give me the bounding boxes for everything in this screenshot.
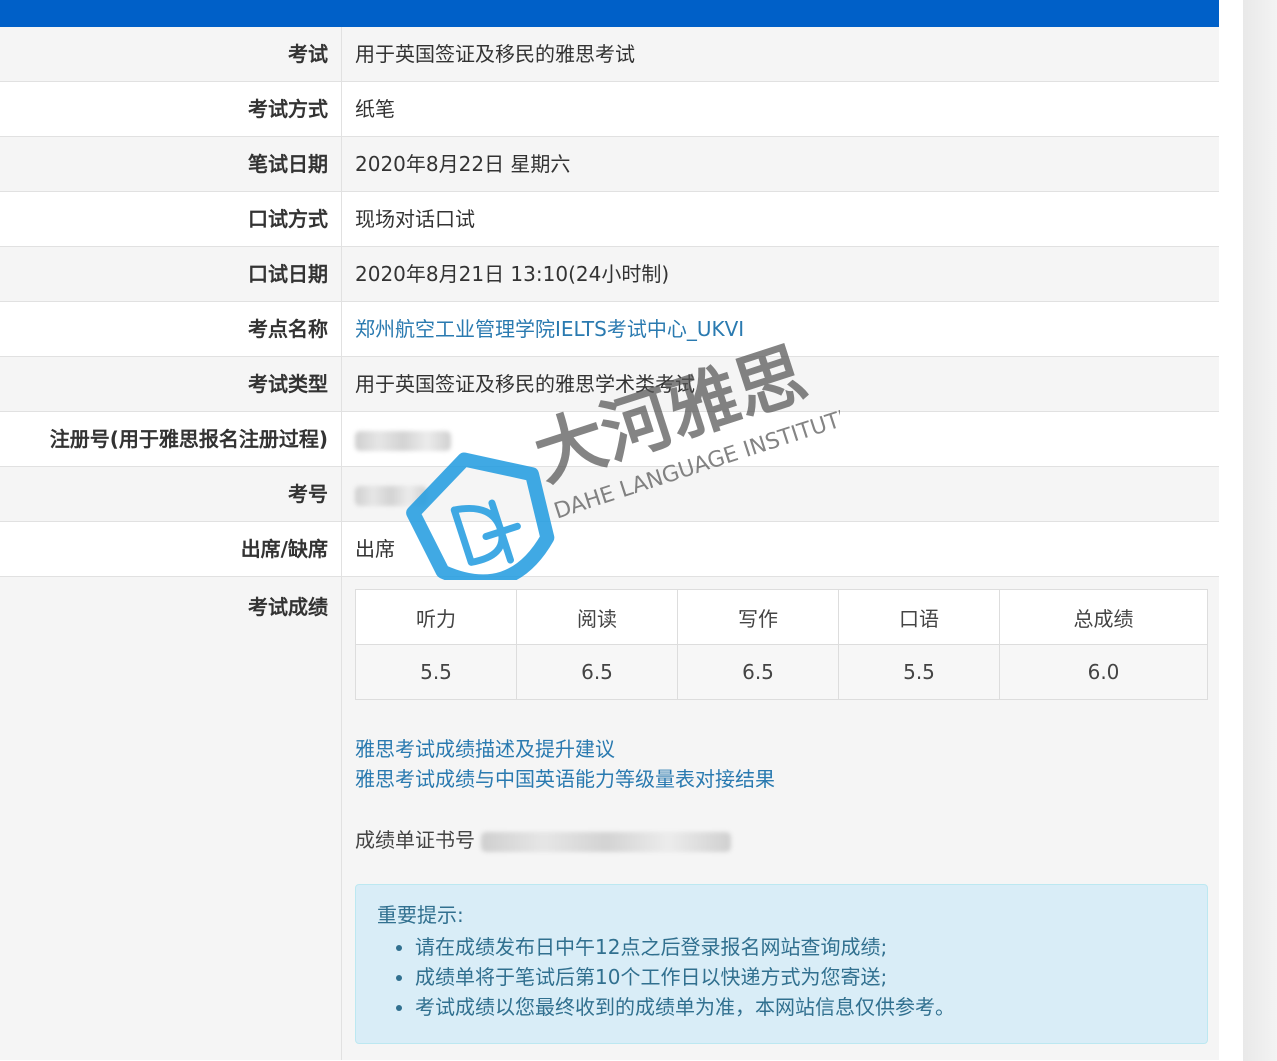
row-label: 口试方式 bbox=[0, 192, 342, 246]
row-label: 考试 bbox=[0, 27, 342, 81]
row-value bbox=[342, 412, 1219, 466]
important-notice: 重要提示: 请在成绩发布日中午12点之后登录报名网站查询成绩; 成绩单将于笔试后… bbox=[355, 884, 1208, 1044]
score-header: 阅读 bbox=[516, 589, 678, 645]
score-value-row: 5.5 6.5 6.5 5.5 6.0 bbox=[355, 644, 1208, 700]
redacted-value bbox=[355, 430, 451, 451]
score-value: 6.5 bbox=[677, 644, 839, 700]
row-label: 考试成绩 bbox=[0, 577, 342, 1060]
exam-info-table: 考试 用于英国签证及移民的雅思考试 考试方式 纸笔 笔试日期 2020年8月22… bbox=[0, 27, 1219, 1060]
row-label: 口试日期 bbox=[0, 247, 342, 301]
scores-content: 听力 阅读 写作 口语 总成绩 5.5 6.5 6.5 5.5 6.0 雅思考试… bbox=[342, 577, 1219, 1060]
row-candidate-number: 考号 bbox=[0, 467, 1219, 522]
row-exam: 考试 用于英国签证及移民的雅思考试 bbox=[0, 27, 1219, 82]
top-bar bbox=[0, 0, 1219, 27]
row-scores: 考试成绩 听力 阅读 写作 口语 总成绩 5.5 6.5 6.5 5.5 6.0 bbox=[0, 577, 1219, 1060]
row-value bbox=[342, 467, 1219, 521]
row-test-center: 考点名称 郑州航空工业管理学院IELTS考试中心_UKVI bbox=[0, 302, 1219, 357]
test-center-link[interactable]: 郑州航空工业管理学院IELTS考试中心_UKVI bbox=[342, 302, 1219, 356]
row-label: 注册号(用于雅思报名注册过程) bbox=[0, 412, 342, 466]
score-value: 6.5 bbox=[516, 644, 678, 700]
notice-item: 成绩单将于笔试后第10个工作日以快递方式为您寄送; bbox=[415, 962, 1186, 992]
score-links: 雅思考试成绩描述及提升建议 雅思考试成绩与中国英语能力等级量表对接结果 bbox=[355, 734, 1219, 794]
row-label: 考试方式 bbox=[0, 82, 342, 136]
row-speaking-method: 口试方式 现场对话口试 bbox=[0, 192, 1219, 247]
score-value: 5.5 bbox=[838, 644, 1000, 700]
score-header-row: 听力 阅读 写作 口语 总成绩 bbox=[355, 589, 1208, 645]
cse-alignment-link[interactable]: 雅思考试成绩与中国英语能力等级量表对接结果 bbox=[355, 764, 1219, 794]
notice-item: 考试成绩以您最终收到的成绩单为准，本网站信息仅供参考。 bbox=[415, 992, 1186, 1022]
scrollbar-track[interactable] bbox=[1243, 0, 1277, 1061]
score-header: 总成绩 bbox=[999, 589, 1208, 645]
notice-title: 重要提示: bbox=[377, 903, 464, 927]
row-value: 用于英国签证及移民的雅思考试 bbox=[355, 42, 635, 66]
row-value: 2020年8月21日 13:10(24小时制) bbox=[355, 262, 670, 286]
certificate-number-line: 成绩单证书号 bbox=[355, 824, 1219, 853]
row-written-date: 笔试日期 2020年8月22日 星期六 bbox=[0, 137, 1219, 192]
score-description-link[interactable]: 雅思考试成绩描述及提升建议 bbox=[355, 734, 1219, 764]
row-value: 2020年8月22日 星期六 bbox=[355, 152, 571, 176]
row-exam-method: 考试方式 纸笔 bbox=[0, 82, 1219, 137]
certificate-label: 成绩单证书号 bbox=[355, 828, 475, 852]
row-label: 考点名称 bbox=[0, 302, 342, 356]
row-exam-type: 考试类型 用于英国签证及移民的雅思学术类考试 bbox=[0, 357, 1219, 412]
row-registration-number: 注册号(用于雅思报名注册过程) bbox=[0, 412, 1219, 467]
row-value: 现场对话口试 bbox=[355, 207, 475, 231]
notice-list: 请在成绩发布日中午12点之后登录报名网站查询成绩; 成绩单将于笔试后第10个工作… bbox=[377, 932, 1186, 1022]
score-header: 口语 bbox=[838, 589, 1000, 645]
score-table: 听力 阅读 写作 口语 总成绩 5.5 6.5 6.5 5.5 6.0 bbox=[355, 589, 1208, 700]
row-label: 出席/缺席 bbox=[0, 522, 342, 576]
notice-item: 请在成绩发布日中午12点之后登录报名网站查询成绩; bbox=[415, 932, 1186, 962]
row-value: 用于英国签证及移民的雅思学术类考试 bbox=[355, 372, 695, 396]
row-label: 考试类型 bbox=[0, 357, 342, 411]
redacted-certificate-number bbox=[481, 831, 732, 852]
score-header: 写作 bbox=[677, 589, 839, 645]
redacted-value bbox=[355, 485, 427, 506]
row-label: 考号 bbox=[0, 467, 342, 521]
row-attendance: 出席/缺席 出席 bbox=[0, 522, 1219, 577]
row-value: 纸笔 bbox=[355, 97, 395, 121]
score-header: 听力 bbox=[355, 589, 517, 645]
score-value: 6.0 bbox=[999, 644, 1208, 700]
score-value: 5.5 bbox=[355, 644, 517, 700]
row-label: 笔试日期 bbox=[0, 137, 342, 191]
row-value: 出席 bbox=[355, 537, 395, 561]
row-speaking-date: 口试日期 2020年8月21日 13:10(24小时制) bbox=[0, 247, 1219, 302]
